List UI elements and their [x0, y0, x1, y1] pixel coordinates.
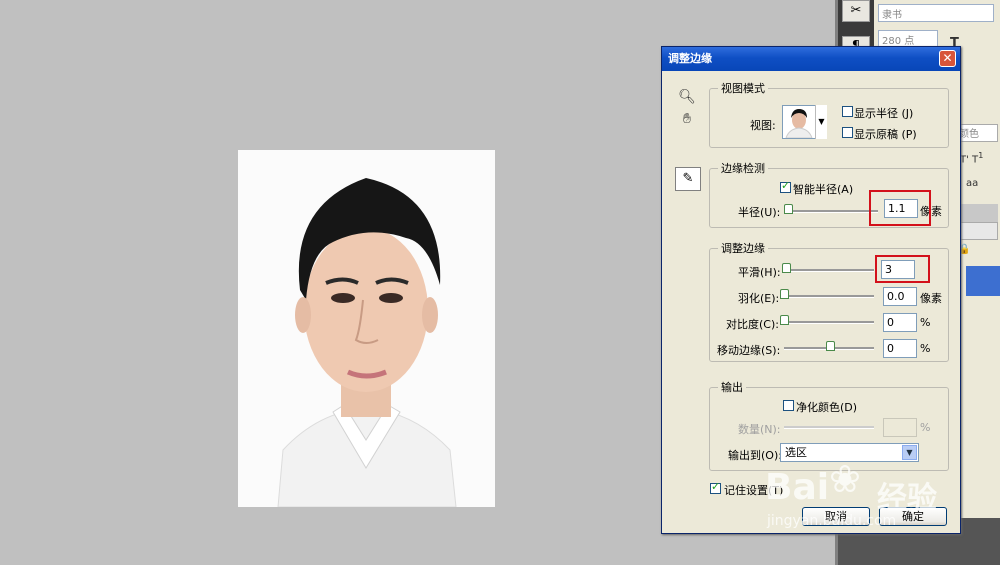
portrait-image — [238, 150, 495, 507]
dialog-title: 调整边缘 — [668, 52, 712, 65]
refine-brush-icon[interactable]: ✎ — [675, 167, 701, 191]
baidu-watermark: Bai ❀ 经验 jingyan.baidu.com — [765, 455, 955, 545]
decontaminate-checkbox[interactable] — [783, 400, 794, 411]
amount-slider-track — [784, 426, 874, 429]
smart-radius-checkbox[interactable] — [780, 179, 791, 193]
antialias-icon[interactable]: aa — [966, 178, 978, 196]
feather-slider-thumb[interactable] — [780, 289, 789, 299]
contrast-slider-thumb[interactable] — [780, 315, 789, 325]
feather-label: 羽化(E): — [738, 292, 780, 305]
contrast-input[interactable]: 0 — [883, 313, 917, 332]
smooth-slider-track[interactable] — [786, 269, 874, 272]
contrast-slider-track[interactable] — [784, 321, 874, 324]
view-thumbnail-image — [785, 109, 813, 138]
adjust-edge-legend: 调整边缘 — [721, 242, 765, 255]
shift-edge-unit: % — [920, 342, 931, 355]
view-mode-legend: 视图模式 — [721, 82, 765, 95]
feather-slider-track[interactable] — [784, 295, 874, 298]
decontaminate-label: 净化颜色(D) — [796, 401, 858, 414]
close-icon: ✕ — [942, 51, 953, 65]
show-original-label: 显示原稿 (P) — [854, 128, 917, 141]
close-button[interactable]: ✕ — [939, 50, 956, 67]
contrast-unit: % — [920, 316, 931, 329]
color-swatch[interactable]: 颜色 — [958, 124, 998, 142]
feather-input[interactable]: 0.0 — [883, 287, 917, 306]
shift-edge-label: 移动边缘(S): — [717, 344, 781, 357]
watermark-url: jingyan.baidu.com — [767, 513, 897, 529]
font-select[interactable]: 隶书 — [878, 4, 994, 22]
watermark-brand: Bai — [765, 467, 830, 508]
radius-slider-track[interactable] — [786, 210, 878, 213]
font-name: 隶书 — [882, 10, 902, 21]
amount-input — [883, 418, 917, 437]
blend-select[interactable] — [958, 222, 998, 240]
edge-detection-legend: 边缘检测 — [721, 162, 765, 175]
show-radius-label: 显示半径 (J) — [854, 107, 914, 120]
smooth-highlight-box — [875, 255, 930, 283]
view-label: 视图: — [750, 119, 776, 132]
show-radius-checkbox[interactable] — [842, 106, 853, 117]
layers-header — [958, 204, 998, 222]
show-original-checkbox[interactable] — [842, 127, 853, 138]
smooth-label: 平滑(H): — [738, 266, 781, 279]
shift-edge-slider-thumb[interactable] — [826, 341, 835, 351]
superscript-icon[interactable]: T' T1 — [960, 150, 983, 168]
remember-settings-checkbox[interactable] — [710, 480, 721, 494]
color-label: 颜色 — [959, 129, 979, 140]
amount-label: 数量(N): — [738, 423, 781, 436]
portrait-photo — [238, 150, 495, 507]
radius-label: 半径(U): — [738, 206, 781, 219]
watermark-brand-cn: 经验 — [877, 481, 937, 516]
shift-edge-input[interactable]: 0 — [883, 339, 917, 358]
zoom-icon[interactable]: 🔍︎ — [677, 87, 697, 107]
radius-slider-thumb[interactable] — [784, 204, 793, 214]
radius-highlight-box — [869, 190, 931, 226]
output-legend: 输出 — [721, 381, 743, 394]
smooth-slider-thumb[interactable] — [782, 263, 791, 273]
view-dropdown-arrow[interactable]: ▼ — [815, 105, 827, 139]
feather-unit: 像素 — [920, 292, 942, 305]
smart-radius-label: 智能半径(A) — [793, 183, 854, 196]
contrast-label: 对比度(C): — [726, 318, 779, 331]
selected-layer[interactable] — [966, 266, 1000, 296]
paw-icon: ❀ — [829, 457, 861, 501]
hand-icon[interactable]: ✋︎ — [677, 109, 697, 129]
dialog-titlebar[interactable]: 调整边缘 ✕ — [662, 47, 960, 71]
lock-icon[interactable]: 🔒 — [958, 244, 998, 262]
amount-unit: % — [920, 421, 931, 434]
wrench-icon[interactable]: ✂ — [842, 0, 870, 22]
